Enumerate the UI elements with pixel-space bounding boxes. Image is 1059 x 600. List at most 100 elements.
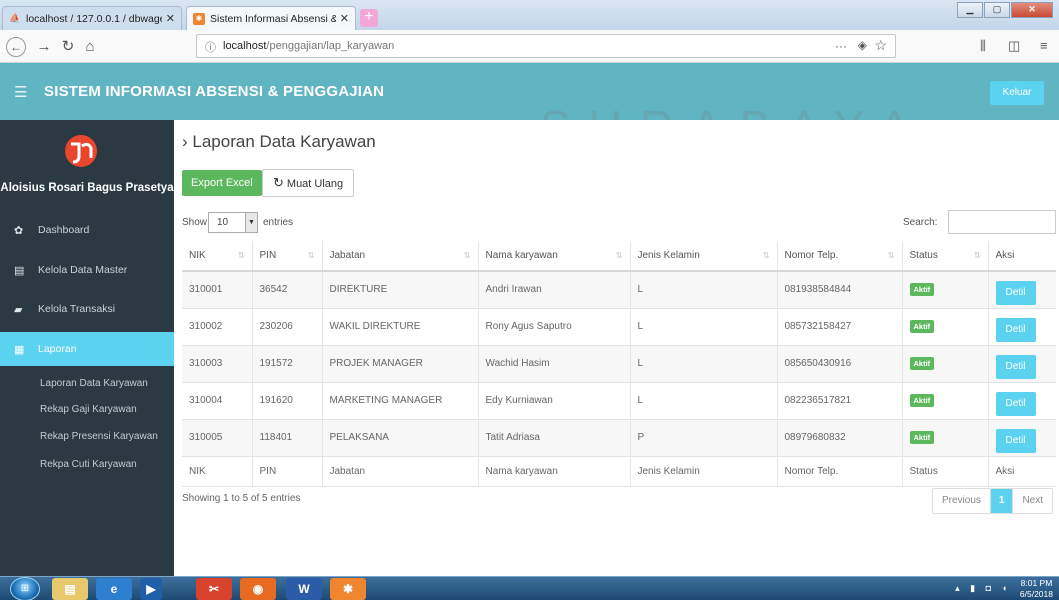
sidebar-item-transaksi[interactable]: ▰ Kelola Transaksi xyxy=(0,292,174,326)
media-player-icon[interactable]: ▶ xyxy=(140,578,162,600)
table-footer-row: NIK PIN Jabatan Nama karyawan Jenis Kela… xyxy=(182,455,1056,487)
search-label: Search: xyxy=(903,217,938,228)
word-icon[interactable]: W xyxy=(286,578,322,600)
sidebar-subitem-rekap-cuti[interactable]: Rekpa Cuti Karyawan xyxy=(40,459,137,470)
detail-button[interactable]: Detil xyxy=(995,391,1036,416)
snipping-tool-icon[interactable]: ✂ xyxy=(196,578,232,600)
taskbar-clock[interactable]: 8:01 PM 6/5/2018 xyxy=(1020,578,1053,600)
file-explorer-icon[interactable]: ▤ xyxy=(52,578,88,600)
column-header-nik[interactable]: NIK ⇅ xyxy=(182,241,253,272)
master-data-icon: ▤ xyxy=(14,264,25,277)
tab-title: Sistem Informasi Absensi & Pe xyxy=(210,12,336,25)
system-tray[interactable]: ▴ ▮ ◘ ◖ xyxy=(955,583,1011,594)
cell-nama: Edy Kurniawan xyxy=(478,382,631,420)
page-length-select[interactable]: 10 ▼ xyxy=(208,212,258,233)
cell-status: Aktif xyxy=(902,345,989,383)
reload-button[interactable]: ↻ Muat Ulang xyxy=(262,169,355,197)
table-row: 310004 191620 MARKETING MANAGER Edy Kurniaw… xyxy=(182,382,1056,420)
back-arrow-icon[interactable]: ← xyxy=(6,37,26,57)
xampp-icon[interactable]: ✱ xyxy=(330,578,366,600)
table-row: 310001 36542 DIREKTURE Andri Irawan L 0819385… xyxy=(182,271,1056,309)
cell-telp: 085732158427 xyxy=(777,308,903,346)
sidebar-subitem-laporan-karyawan[interactable]: Laporan Data Karyawan xyxy=(40,378,148,389)
browser-tab-bar: ⛵ localhost / 127.0.0.1 / dbwage ✕ ✱ Sis… xyxy=(0,0,1059,30)
user-name: Aloisius Rosari Bagus Prasetya xyxy=(0,182,174,194)
sidebar-item-laporan[interactable]: ▦ Laporan xyxy=(0,332,174,366)
library-icon[interactable]: ⫼ xyxy=(980,38,986,54)
detail-button[interactable]: Detil xyxy=(995,317,1036,342)
cell-nik: 310004 xyxy=(182,382,253,420)
cell-status: Aktif xyxy=(902,271,989,309)
export-excel-button[interactable]: Export Excel xyxy=(182,170,262,196)
company-logo xyxy=(64,132,98,168)
column-header-pin[interactable]: PIN ⇅ xyxy=(252,241,323,272)
cell-pin: 191572 xyxy=(252,345,323,383)
new-tab-button[interactable]: + xyxy=(360,9,378,27)
detail-button[interactable]: Detil xyxy=(995,280,1036,305)
cell-nik: 310002 xyxy=(182,308,253,346)
logout-button[interactable]: Keluar xyxy=(990,81,1044,105)
pocket-icon[interactable]: ◈ xyxy=(858,38,867,52)
column-header-jenis-kelamin[interactable]: Jenis Kelamin ⇅ xyxy=(630,241,778,272)
reload-label: Muat Ulang xyxy=(286,178,344,190)
browser-tab-phpmyadmin[interactable]: ⛵ localhost / 127.0.0.1 / dbwage ✕ xyxy=(2,6,182,30)
column-header-jabatan[interactable]: Jabatan ⇅ xyxy=(322,241,479,272)
window-controls: ▁ ▢ ✕ xyxy=(957,2,1053,18)
start-button[interactable]: ⊞ xyxy=(10,577,40,600)
window-close-button[interactable]: ✕ xyxy=(1011,2,1053,18)
status-badge: Aktif xyxy=(909,320,935,333)
cell-aksi: Detil xyxy=(988,419,1056,457)
cell-nama: Tatit Adriasa xyxy=(478,419,631,457)
search-input[interactable] xyxy=(948,210,1056,234)
sidebar-item-dashboard[interactable]: ✿ Dashboard xyxy=(0,213,174,247)
sort-icon: ⇅ xyxy=(237,251,245,260)
pagination-next[interactable]: Next xyxy=(1012,489,1052,513)
column-footer-telp: Nomor Telp. xyxy=(777,455,903,487)
cell-jabatan: DIREKTURE xyxy=(322,271,479,309)
dashboard-icon: ✿ xyxy=(14,224,24,237)
detail-button[interactable]: Detil xyxy=(995,354,1036,379)
cell-pin: 36542 xyxy=(252,271,323,309)
table-header-row: NIK ⇅ PIN ⇅ Jabatan ⇅ Nama karyawan ⇅ Jenis … xyxy=(182,241,1056,272)
sidebar-item-master-data[interactable]: ▤ Kelola Data Master xyxy=(0,253,174,287)
url-bar[interactable]: ⓘ localhost/penggajian/lap_karyawan ··· … xyxy=(196,34,896,58)
page-actions-icon[interactable]: ··· xyxy=(835,39,847,53)
pagination-previous[interactable]: Previous xyxy=(933,489,991,513)
firefox-icon[interactable]: ◉ xyxy=(240,578,276,600)
cell-jabatan: PELAKSANA xyxy=(322,419,479,457)
site-info-icon[interactable]: ⓘ xyxy=(205,39,216,55)
transaction-icon: ▰ xyxy=(14,303,23,316)
column-header-telp[interactable]: Nomor Telp. ⇅ xyxy=(777,241,903,272)
reload-icon[interactable]: ↻ xyxy=(58,37,78,57)
column-footer-pin: PIN xyxy=(252,455,323,487)
cell-status: Aktif xyxy=(902,308,989,346)
sidebar-subitem-rekap-gaji[interactable]: Rekap Gaji Karyawan xyxy=(40,404,137,415)
hamburger-menu-icon[interactable]: ☰ xyxy=(14,83,27,101)
minimize-button[interactable]: ▁ xyxy=(957,2,983,18)
cell-pin: 230206 xyxy=(252,308,323,346)
browser-tab-sistem[interactable]: ✱ Sistem Informasi Absensi & Pe ✕ xyxy=(186,6,356,30)
maximize-button[interactable]: ▢ xyxy=(984,2,1010,18)
tab-close-icon[interactable]: ✕ xyxy=(166,12,175,25)
bookmark-star-icon[interactable]: ☆ xyxy=(874,37,887,54)
home-icon[interactable]: ⌂ xyxy=(80,37,100,57)
cell-nama: Wachid Hasim xyxy=(478,345,631,383)
internet-explorer-icon[interactable]: e xyxy=(96,578,132,600)
status-badge: Aktif xyxy=(909,394,935,407)
sidebar-item-label: Laporan xyxy=(38,343,77,355)
cell-telp: 081938584844 xyxy=(777,271,903,309)
column-header-nama[interactable]: Nama karyawan ⇅ xyxy=(478,241,631,272)
cell-nama: Rony Agus Saputro xyxy=(478,308,631,346)
sidebar-subitem-rekap-presensi[interactable]: Rekap Presensi Karyawan xyxy=(40,431,158,442)
column-header-aksi: Aksi xyxy=(988,241,1056,272)
cell-jk: L xyxy=(630,382,778,420)
detail-button[interactable]: Detil xyxy=(995,428,1036,453)
tab-close-icon[interactable]: ✕ xyxy=(340,12,349,25)
browser-menu-icon[interactable]: ≡ xyxy=(1040,38,1048,53)
pagination-page-1[interactable]: 1 xyxy=(990,489,1013,513)
forward-arrow-icon[interactable]: → xyxy=(34,37,54,57)
cell-jk: L xyxy=(630,308,778,346)
sidebar-toggle-icon[interactable]: ◫ xyxy=(1008,38,1020,54)
column-header-status[interactable]: Status ⇅ xyxy=(902,241,989,272)
cell-telp: 08979680832 xyxy=(777,419,903,457)
